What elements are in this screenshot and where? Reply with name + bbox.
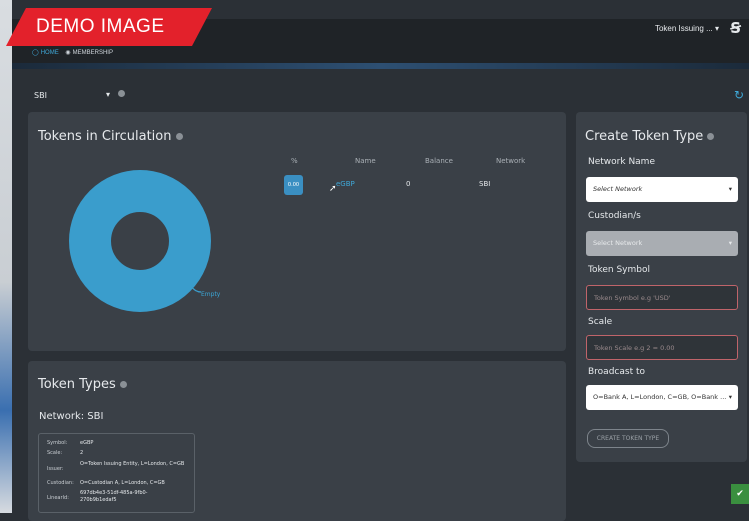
tokens-in-circulation-title: Tokens in Circulation [38,129,183,144]
nav-bar: ◯ HOME ◉ MEMBERSHIP [32,49,113,56]
cursor-icon: ➚ [329,184,337,194]
network-select[interactable]: Select Network ▾ [586,177,738,202]
broadcast-select[interactable]: O=Bank A, L=London, C=GB, O=Bank ... ▾ [586,385,738,410]
token-symbol-placeholder: Token Symbol e.g 'USD' [594,294,671,302]
chevron-down-icon: ▾ [714,24,719,33]
custodian-value: O=Custodian A, L=London, C=GB [80,480,165,486]
token-symbol-label: Token Symbol [588,265,650,275]
symbol-key: Symbol: [47,440,68,446]
scale-input[interactable]: Token Scale e.g 2 = 0.00 [586,335,738,360]
scale-value: 2 [80,450,84,456]
custodian-key: Custodian: [47,480,74,486]
network-name-label: Network Name [588,157,655,167]
column-header-network: Network [496,157,526,165]
custodians-label: Custodian/s [588,211,641,221]
column-header-balance: Balance [425,157,453,165]
chevron-down-icon: ▾ [728,393,732,401]
token-balance: 0 [406,180,411,188]
linearid-key: LinearId: [47,495,69,501]
app-logo-icon: Ꞩ [730,19,741,37]
donut-empty-label: Empty [201,291,221,298]
token-network: SBI [479,180,491,188]
create-token-type-button[interactable]: CREATE TOKEN TYPE [587,429,669,448]
info-icon [119,381,127,388]
chevron-down-icon: ▾ [106,90,111,99]
custodians-select-placeholder: Select Network [593,239,643,247]
create-token-type-title: Create Token Type [585,129,715,144]
demo-banner-text: DEMO IMAGE [36,16,165,37]
symbol-value: eGBP [80,440,94,446]
user-menu-label: Token Issuing ... [654,24,713,33]
broadcast-label: Broadcast to [588,367,645,377]
network-filter-dropdown[interactable]: ▾ [106,90,125,99]
token-name-link[interactable]: eGBP [336,180,355,188]
chevron-down-icon: ▾ [728,239,732,247]
network-filter-value[interactable]: SBI [34,91,47,100]
broadcast-select-value: O=Bank A, L=London, C=GB, O=Bank ... [593,393,727,401]
check-icon[interactable]: ✔ [731,484,749,504]
card-title-text: Create Token Type [585,129,704,144]
token-types-title: Token Types [38,377,127,392]
linearid-value: 697db4e3-51df-485a-9fb0-270b9b1edaf5 [80,490,148,503]
issuer-value: O=Token Issuing Entity, L=London, C=GB [80,461,185,467]
donut-ring [69,170,211,312]
card-title-text: Tokens in Circulation [38,129,172,144]
donut-chart [69,170,211,312]
nav-item-label: MEMBERSHIP [72,50,113,56]
scale-label: Scale [588,317,613,327]
token-symbol-input[interactable]: Token Symbol e.g 'USD' [586,285,738,310]
user-menu[interactable]: Token Issuing ... ▾ [655,24,719,33]
token-types-network: Network: SBI [39,411,104,422]
custodians-select[interactable]: Select Network ▾ [586,231,738,256]
refresh-icon[interactable]: ↻ [734,88,744,102]
issuer-key: Issuer: [47,466,64,472]
column-header-name: Name [355,157,376,165]
token-type-details: Symbol: eGBP Scale: 2 Issuer: O=Token Is… [38,433,195,513]
info-icon [175,133,183,140]
nav-item-home[interactable]: ◯ HOME [32,50,59,56]
membership-icon: ◉ [65,50,71,56]
demo-banner: DEMO IMAGE [6,8,212,46]
header-accent-strip [12,63,749,69]
scale-key: Scale: [47,450,63,456]
network-select-placeholder: Select Network [593,185,643,193]
card-title-text: Token Types [38,377,116,392]
column-header-pct: % [291,157,298,165]
info-icon [117,90,125,97]
nav-item-label: HOME [40,50,59,56]
pct-badge: 0.00 [284,175,303,195]
left-edge-decoration [0,0,12,513]
info-icon [707,133,715,140]
chevron-down-icon: ▾ [728,185,732,193]
home-icon: ◯ [32,50,39,56]
nav-item-membership[interactable]: ◉ MEMBERSHIP [65,50,113,56]
scale-placeholder: Token Scale e.g 2 = 0.00 [594,344,675,352]
